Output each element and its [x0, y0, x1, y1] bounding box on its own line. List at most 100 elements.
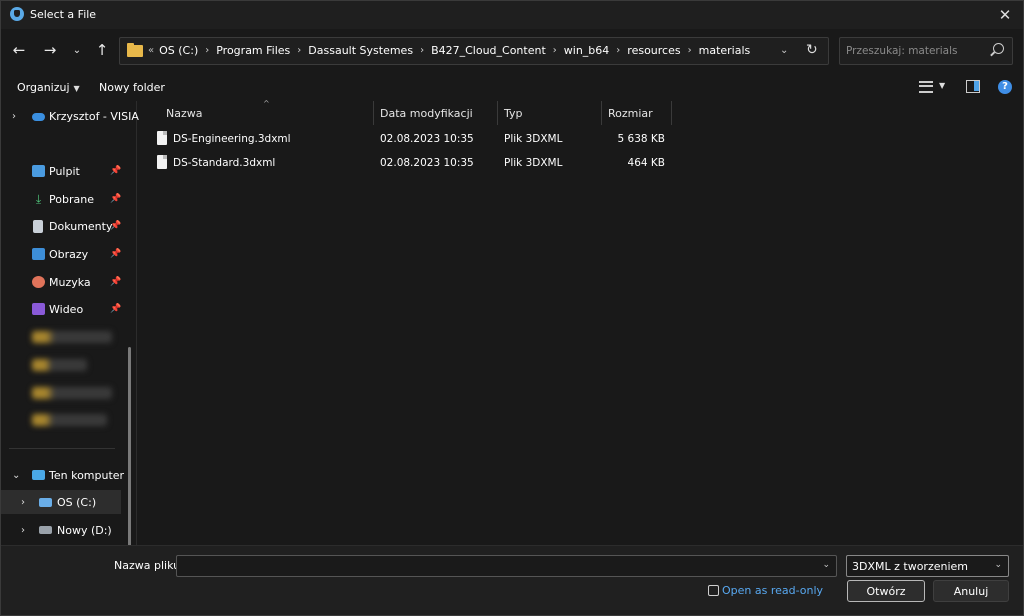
- sidebar-item-onedrive[interactable]: › Krzysztof - VISIA: [1, 104, 139, 128]
- music-icon: [32, 276, 45, 288]
- close-icon: ✕: [998, 6, 1012, 24]
- file-name: DS-Standard.3dxml: [173, 157, 276, 169]
- breadcrumb-overflow[interactable]: «: [148, 45, 154, 56]
- chevron-right-icon[interactable]: ›: [21, 525, 25, 536]
- sidebar-item-label: OS (C:): [57, 495, 97, 509]
- address-bar[interactable]: « OS (C:) › Program Files › Dassault Sys…: [119, 37, 829, 65]
- file-type: Plik 3DXML: [504, 157, 563, 169]
- arrow-right-icon: →: [43, 41, 57, 59]
- back-button[interactable]: ←: [10, 40, 28, 60]
- sidebar-item-label: Wideo: [49, 302, 84, 316]
- sidebar-item-drive-c[interactable]: › OS (C:): [1, 490, 121, 514]
- help-icon[interactable]: ?: [998, 80, 1012, 94]
- breadcrumb-b427[interactable]: B427_Cloud_Content: [431, 44, 546, 57]
- view-options-icon[interactable]: [919, 81, 933, 93]
- sidebar-item-music[interactable]: Muzyka 📌: [1, 270, 121, 294]
- forward-button[interactable]: →: [41, 40, 59, 60]
- sidebar-item-label: Pulpit: [49, 164, 80, 178]
- breadcrumb-materials[interactable]: materials: [699, 44, 751, 57]
- breadcrumb: « OS (C:) › Program Files › Dassault Sys…: [148, 44, 750, 57]
- column-divider[interactable]: [671, 101, 672, 125]
- breadcrumb-program-files[interactable]: Program Files: [216, 44, 290, 57]
- sidebar-item-this-pc[interactable]: ⌄ Ten komputer: [1, 463, 125, 487]
- column-header-name[interactable]: Nazwa ^: [139, 99, 374, 125]
- breadcrumb-os-c[interactable]: OS (C:): [159, 44, 198, 57]
- column-header-type[interactable]: Typ: [498, 101, 602, 125]
- pin-icon: 📌: [110, 194, 122, 204]
- chevron-right-icon[interactable]: ›: [688, 45, 692, 56]
- read-only-label: Open as read-only: [722, 584, 824, 597]
- file-icon: [157, 131, 167, 145]
- command-bar: Organizuj ▼ Nowy folder ▼ ?: [1, 75, 1023, 101]
- file-row[interactable]: DS-Engineering.3dxml 02.08.2023 10:35 Pl…: [151, 128, 673, 150]
- pictures-icon: [32, 248, 45, 260]
- close-button[interactable]: ✕: [993, 4, 1017, 26]
- search-input[interactable]: [846, 43, 986, 59]
- sidebar-item-video[interactable]: Wideo 📌: [1, 297, 121, 321]
- address-dropdown-button[interactable]: ⌄: [780, 45, 788, 56]
- read-only-checkbox[interactable]: [708, 585, 719, 596]
- recent-locations-button[interactable]: ⌄: [68, 40, 86, 60]
- refresh-icon: ↻: [806, 42, 818, 58]
- sidebar-item-label: Pobrane: [49, 192, 94, 206]
- chevron-down-icon[interactable]: ⌄: [822, 560, 830, 570]
- file-type-value: 3DXML z tworzeniem: [852, 560, 969, 573]
- sidebar-item-desktop[interactable]: Pulpit 📌: [1, 159, 121, 183]
- refresh-button[interactable]: ↻: [806, 42, 818, 58]
- search-box: [839, 37, 1013, 65]
- filename-input[interactable]: [181, 559, 811, 573]
- breadcrumb-win-b64[interactable]: win_b64: [564, 44, 610, 57]
- file-size: 464 KB: [627, 157, 665, 169]
- chevron-right-icon[interactable]: ›: [616, 45, 620, 56]
- organize-button[interactable]: Organizuj ▼: [17, 81, 80, 94]
- blurred-folder: [32, 359, 87, 371]
- file-type-select[interactable]: 3DXML z tworzeniem ⌄: [846, 555, 1009, 577]
- column-header-size[interactable]: Rozmiar: [602, 101, 672, 125]
- cancel-button[interactable]: Anuluj: [933, 580, 1009, 602]
- chevron-right-icon[interactable]: ›: [21, 497, 25, 508]
- navigation-bar: ← → ⌄ ↑ « OS (C:) › Program Files › Dass…: [1, 31, 1023, 71]
- breadcrumb-resources[interactable]: resources: [627, 44, 680, 57]
- download-icon: ⤓: [35, 192, 42, 206]
- sidebar-item-pictures[interactable]: Obrazy 📌: [1, 242, 121, 266]
- file-icon: [157, 155, 167, 169]
- sidebar-item-label: Obrazy: [49, 247, 89, 261]
- folder-icon: [127, 43, 143, 57]
- chevron-down-icon[interactable]: ⌄: [12, 470, 20, 481]
- blurred-folder: [32, 414, 107, 426]
- pin-icon: 📌: [110, 277, 122, 287]
- file-size: 5 638 KB: [617, 133, 666, 145]
- read-only-option[interactable]: Open as read-only: [708, 584, 823, 597]
- chevron-right-icon[interactable]: ›: [420, 45, 424, 56]
- file-list: Nazwa ^ Data modyfikacji Typ Rozmiar DS-…: [139, 99, 1023, 545]
- sidebar-item-documents[interactable]: Dokumenty 📌: [1, 214, 121, 238]
- sidebar-item-downloads[interactable]: ⤓ Pobrane 📌: [1, 187, 121, 211]
- open-button[interactable]: Otwórz: [847, 580, 925, 602]
- pin-icon: 📌: [110, 166, 122, 176]
- chevron-right-icon[interactable]: ›: [553, 45, 557, 56]
- pin-icon: 📌: [110, 249, 122, 259]
- file-row[interactable]: DS-Standard.3dxml 02.08.2023 10:35 Plik …: [151, 152, 673, 174]
- chevron-right-icon[interactable]: ›: [12, 111, 16, 122]
- chevron-down-icon[interactable]: ▼: [939, 81, 945, 90]
- preview-pane-icon[interactable]: [966, 80, 980, 93]
- column-label: Data modyfikacji: [380, 106, 473, 120]
- chevron-right-icon[interactable]: ›: [297, 45, 301, 56]
- computer-icon: [32, 470, 45, 480]
- breadcrumb-dassault-systemes[interactable]: Dassault Systemes: [308, 44, 413, 57]
- sidebar-item-label: Nowy (D:): [57, 523, 112, 537]
- documents-icon: [33, 219, 43, 233]
- chevron-right-icon[interactable]: ›: [205, 45, 209, 56]
- pin-icon: 📌: [110, 304, 122, 314]
- search-icon[interactable]: [993, 43, 1004, 54]
- dialog-footer: Nazwa pliku: ⌄ 3DXML z tworzeniem ⌄ Open…: [1, 545, 1023, 615]
- blurred-folder: [32, 387, 112, 399]
- arrow-up-icon: ↑: [95, 41, 109, 59]
- sidebar-item-drive-d[interactable]: › Nowy (D:): [1, 518, 121, 542]
- sort-ascending-icon: ^: [263, 99, 270, 108]
- new-folder-button[interactable]: Nowy folder: [99, 81, 165, 94]
- blurred-folder: [32, 331, 112, 343]
- sidebar-item-label: Ten komputer: [49, 468, 125, 482]
- column-header-modified[interactable]: Data modyfikacji: [374, 101, 498, 125]
- up-button[interactable]: ↑: [93, 40, 111, 60]
